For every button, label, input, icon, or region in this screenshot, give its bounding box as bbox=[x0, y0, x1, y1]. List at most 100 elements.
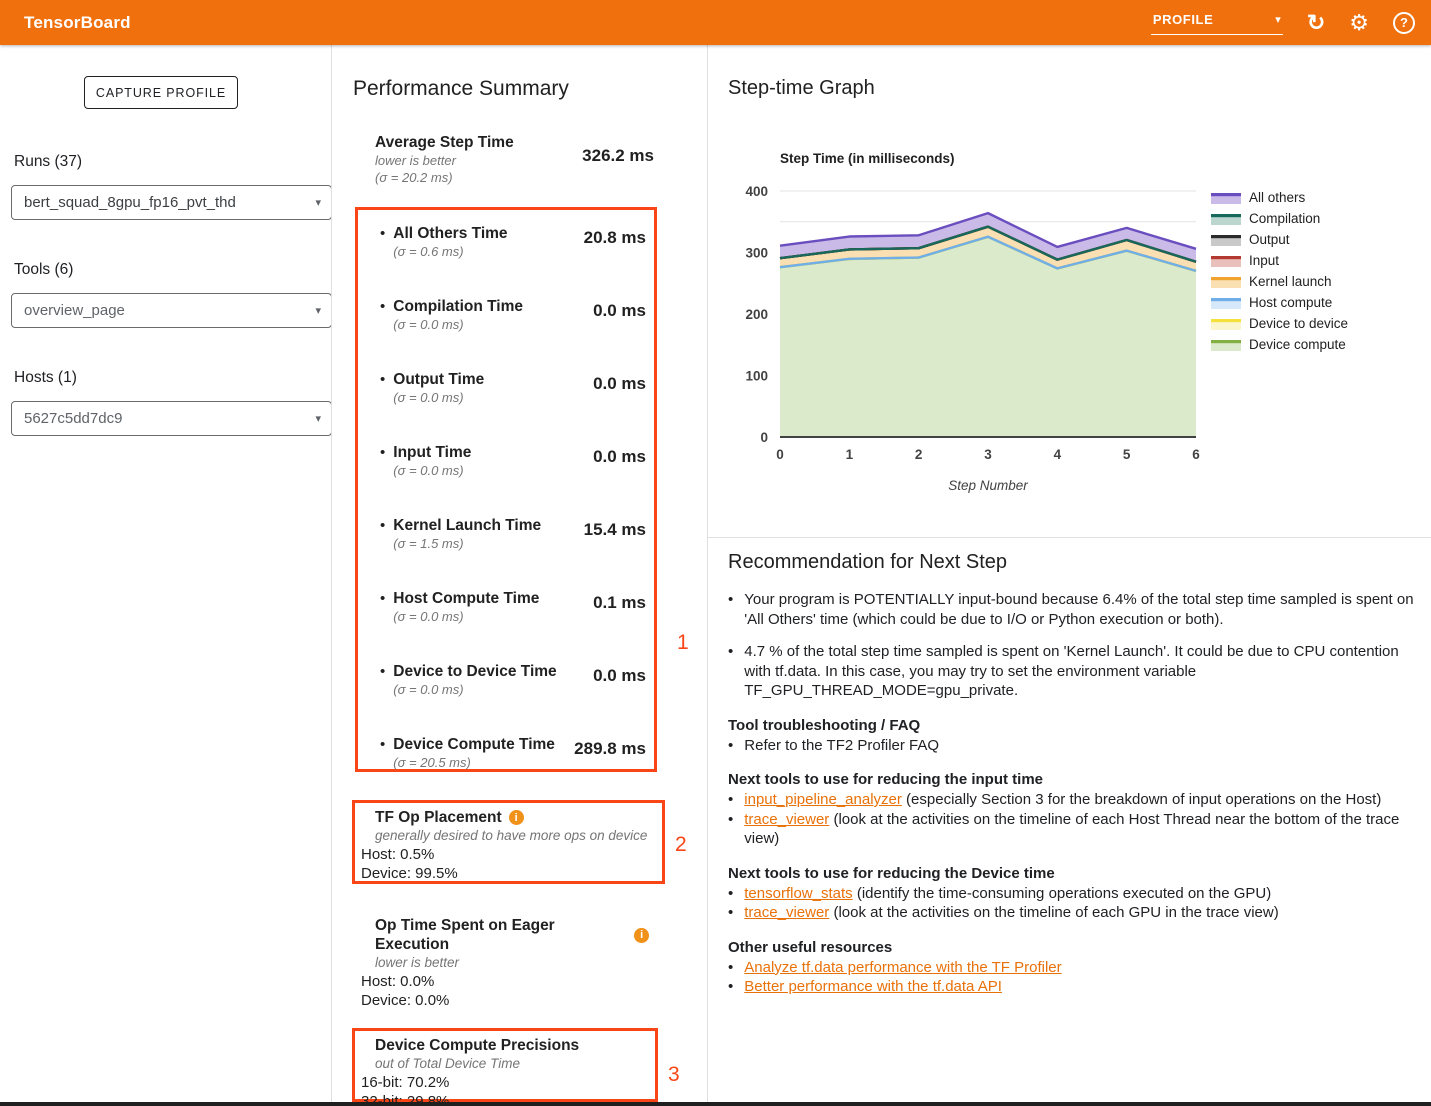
metric-value: 0.0 ms bbox=[593, 447, 646, 479]
gear-icon[interactable]: ⚙ bbox=[1349, 12, 1369, 34]
capture-profile-button[interactable]: CAPTURE PROFILE bbox=[84, 76, 238, 109]
metric-row: Compilation Time(σ = 0.0 ms)0.0 ms bbox=[380, 297, 646, 333]
runs-select[interactable]: bert_squad_8gpu_fp16_pvt_thd ▾ bbox=[11, 185, 332, 220]
annotation-number-1: 1 bbox=[677, 631, 689, 655]
recommendation-title: Recommendation for Next Step bbox=[728, 551, 1428, 574]
rec-text: (look at the activities on the timeline … bbox=[829, 904, 1278, 921]
metric-sigma: (σ = 0.0 ms) bbox=[393, 389, 484, 406]
recommendation-subsections: Tool troubleshooting / FAQ Refer to the T… bbox=[728, 717, 1428, 997]
svg-text:Step Number: Step Number bbox=[948, 478, 1028, 493]
list-item: Device: 0.0% bbox=[361, 991, 649, 1010]
list-item: Host: 0.0% bbox=[361, 972, 649, 991]
tensorboard-profile-page: TensorBoard PROFILE ▾ ↻ ⚙ ? CAPTURE PROF… bbox=[0, 0, 1431, 1106]
metrics-list: All Others Time(σ = 0.6 ms) 20.8 ms Compil… bbox=[358, 210, 654, 771]
svg-text:400: 400 bbox=[745, 184, 768, 199]
list-item: Refer to the TF2 Profiler FAQ bbox=[728, 736, 1428, 756]
metric-row: All Others Time(σ = 0.6 ms) 20.8 ms bbox=[380, 224, 646, 260]
svg-text:All others: All others bbox=[1249, 190, 1306, 205]
annotation-number-3: 3 bbox=[668, 1063, 680, 1087]
eager-execution-block: Op Time Spent on Eager Execution i lower… bbox=[355, 911, 655, 1010]
svg-text:0: 0 bbox=[776, 447, 784, 462]
annotation-box-3: Device Compute Precisions out of Total D… bbox=[352, 1028, 658, 1102]
list-item: trace_viewer (look at the activities on … bbox=[728, 810, 1428, 849]
svg-text:2: 2 bbox=[915, 447, 923, 462]
svg-text:Step Time (in milliseconds): Step Time (in milliseconds) bbox=[780, 151, 955, 166]
metric-label: Compilation Time bbox=[393, 297, 523, 316]
metric-value: 326.2 ms bbox=[582, 146, 654, 186]
rec-link[interactable]: Analyze tf.data performance with the TF … bbox=[744, 959, 1061, 976]
runs-label: Runs (37) bbox=[14, 153, 82, 171]
svg-text:4: 4 bbox=[1054, 447, 1062, 462]
rec-text: (look at the activities on the timeline … bbox=[744, 811, 1399, 848]
metric-value: 15.4 ms bbox=[584, 520, 646, 552]
rec-text: 4.7 % of the total step time sampled is … bbox=[744, 643, 1398, 699]
rec-link[interactable]: trace_viewer bbox=[744, 904, 829, 921]
chevron-down-icon: ▾ bbox=[315, 304, 321, 317]
tools-select-value: overview_page bbox=[24, 302, 125, 319]
tf-op-placement-subtitle: generally desired to have more ops on de… bbox=[375, 827, 656, 844]
metric-label: Device Compute Time bbox=[393, 735, 555, 754]
rec-link[interactable]: trace_viewer bbox=[744, 811, 829, 828]
rec-text: (especially Section 3 for the breakdown … bbox=[902, 791, 1381, 808]
step-time-chart-canvas[interactable]: Step Time (in milliseconds)0100200300400… bbox=[707, 45, 1431, 537]
recommendation-section: Recommendation for Next Step Your progra… bbox=[728, 551, 1428, 997]
metric-label: Kernel Launch Time bbox=[393, 516, 541, 535]
rec-text: Refer to the TF2 Profiler FAQ bbox=[744, 737, 939, 754]
info-icon[interactable]: i bbox=[634, 928, 649, 943]
metric-label: Output Time bbox=[393, 370, 484, 389]
info-icon[interactable]: i bbox=[509, 810, 524, 825]
refresh-icon[interactable]: ↻ bbox=[1307, 12, 1325, 34]
app-title: TensorBoard bbox=[24, 13, 131, 33]
svg-text:200: 200 bbox=[745, 307, 768, 322]
metric-value: 20.8 ms bbox=[584, 228, 646, 260]
device-compute-precisions-subtitle: out of Total Device Time bbox=[375, 1055, 649, 1072]
svg-text:1: 1 bbox=[846, 447, 854, 462]
rec-link[interactable]: input_pipeline_analyzer bbox=[744, 791, 902, 808]
device-compute-precisions-title: Device Compute Precisions bbox=[375, 1036, 579, 1055]
step-time-chart[interactable]: Step Time (in milliseconds)0100200300400… bbox=[707, 45, 1431, 537]
chevron-down-icon: ▾ bbox=[315, 412, 321, 425]
svg-text:Device to device: Device to device bbox=[1249, 316, 1348, 331]
metric-label: Host Compute Time bbox=[393, 589, 539, 608]
tf-op-placement-title: TF Op Placement bbox=[375, 808, 502, 827]
metric-row: Device Compute Time(σ = 20.5 ms)289.8 ms bbox=[380, 735, 646, 771]
metric-label: All Others Time bbox=[393, 224, 507, 243]
eager-execution-title: Op Time Spent on Eager Execution bbox=[375, 916, 627, 954]
metric-note: lower is better bbox=[375, 152, 514, 169]
metric-sigma: (σ = 0.0 ms) bbox=[393, 316, 523, 333]
list-item: input_pipeline_analyzer (especially Sect… bbox=[728, 790, 1428, 810]
list-item: Host: 0.5% bbox=[361, 845, 656, 864]
metric-sigma: (σ = 0.0 ms) bbox=[393, 681, 556, 698]
rec-link[interactable]: tensorflow_stats bbox=[744, 885, 852, 902]
metric-sigma: (σ = 0.0 ms) bbox=[393, 608, 539, 625]
tools-select[interactable]: overview_page ▾ bbox=[11, 293, 332, 328]
metric-row: Host Compute Time(σ = 0.0 ms)0.1 ms bbox=[380, 589, 646, 625]
svg-text:0: 0 bbox=[760, 430, 768, 445]
svg-text:100: 100 bbox=[745, 369, 768, 384]
help-icon[interactable]: ? bbox=[1393, 12, 1415, 34]
rec-section-heading: Tool troubleshooting / FAQ bbox=[728, 717, 1428, 734]
metric-sigma: (σ = 1.5 ms) bbox=[393, 535, 541, 552]
list-item: Your program is POTENTIALLY input-bound … bbox=[728, 590, 1428, 629]
metric-sigma: (σ = 0.6 ms) bbox=[393, 243, 507, 260]
svg-text:3: 3 bbox=[984, 447, 992, 462]
svg-text:Device compute: Device compute bbox=[1249, 337, 1346, 352]
rec-link[interactable]: Better performance with the tf.data API bbox=[744, 978, 1002, 995]
bottom-edge-bar bbox=[0, 1102, 1431, 1106]
average-step-time-row: Average Step Time lower is better (σ = 2… bbox=[375, 133, 654, 186]
tools-label: Tools (6) bbox=[14, 261, 73, 279]
recommendation-bullets: Your program is POTENTIALLY input-bound … bbox=[728, 590, 1428, 701]
hosts-select[interactable]: 5627c5dd7dc9 ▾ bbox=[11, 401, 332, 436]
metric-value: 0.0 ms bbox=[593, 374, 646, 406]
app-header: TensorBoard PROFILE ▾ ↻ ⚙ ? bbox=[0, 0, 1431, 45]
metric-row: Output Time(σ = 0.0 ms) 0.0 ms bbox=[380, 370, 646, 406]
dashboard-selector[interactable]: PROFILE ▾ bbox=[1151, 10, 1283, 35]
runs-select-value: bert_squad_8gpu_fp16_pvt_thd bbox=[24, 194, 236, 211]
list-item: Device: 99.5% bbox=[361, 864, 656, 883]
divider-recommendation bbox=[708, 537, 1431, 538]
metric-label: Average Step Time bbox=[375, 133, 514, 152]
rec-text: Your program is POTENTIALLY input-bound … bbox=[744, 591, 1413, 628]
svg-text:Kernel launch: Kernel launch bbox=[1249, 274, 1332, 289]
svg-text:Host compute: Host compute bbox=[1249, 295, 1332, 310]
annotation-number-2: 2 bbox=[675, 833, 687, 857]
